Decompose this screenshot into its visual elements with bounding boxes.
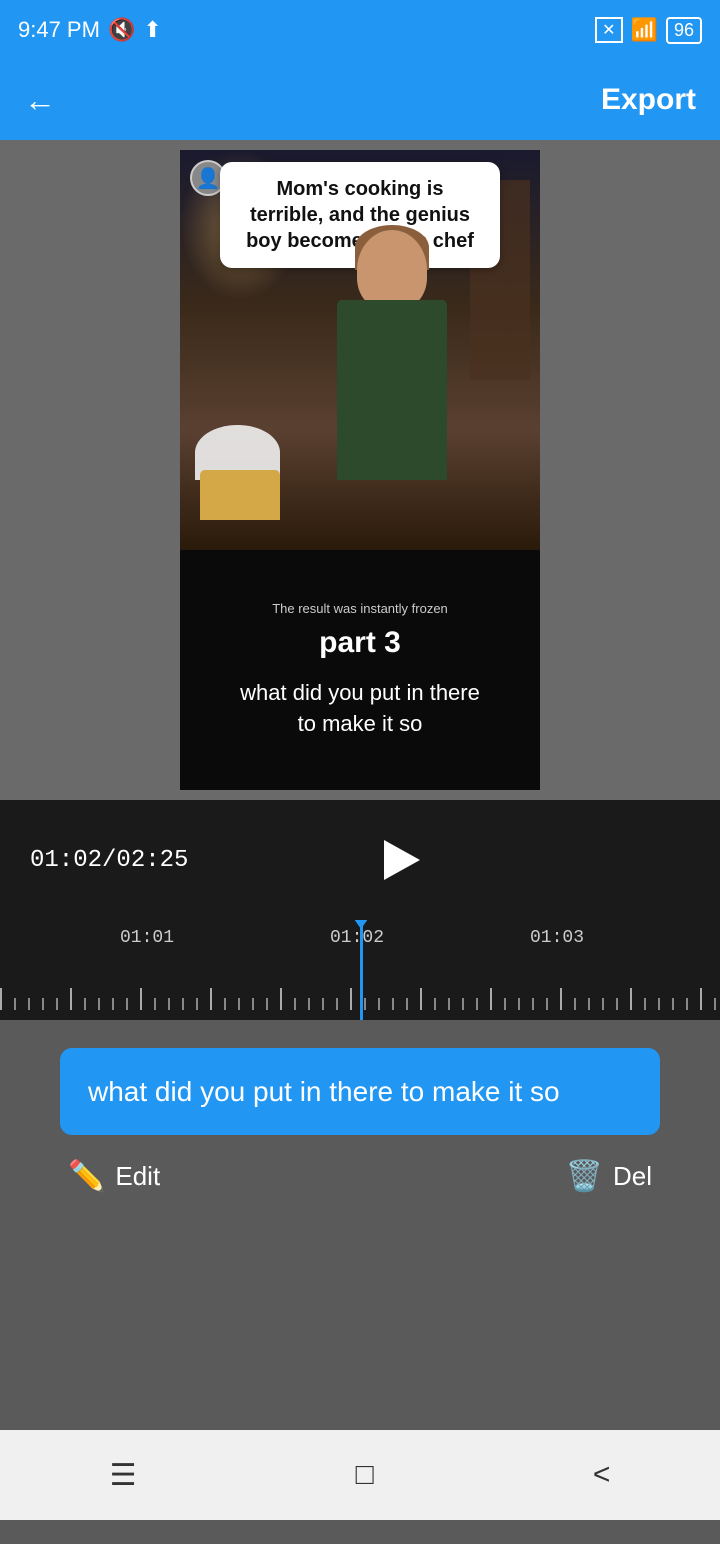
delete-icon: 🗑️ — [566, 1159, 603, 1194]
timeline-tick — [518, 998, 520, 1010]
wifi-icon: 📶 — [631, 17, 658, 43]
timeline-tick — [28, 998, 30, 1010]
timeline-tick — [560, 988, 562, 1010]
timeline-tick — [294, 998, 296, 1010]
timeline-tick — [182, 998, 184, 1010]
video-frame: 👤 Mom's cooking is terrible, and the gen… — [180, 150, 540, 790]
timeline-tick — [616, 998, 618, 1010]
food-item — [200, 470, 280, 520]
timeline-tick — [350, 988, 352, 1010]
edit-label: Edit — [115, 1161, 160, 1192]
timeline-tick — [168, 998, 170, 1010]
timeline-tick — [140, 988, 142, 1010]
timeline-tick — [266, 998, 268, 1010]
timeline-tick — [588, 998, 590, 1010]
timeline-tick — [224, 998, 226, 1010]
person-body — [337, 300, 447, 480]
timeline-tick — [490, 988, 492, 1010]
caption-bubble: what did you put in there to make it so — [60, 1048, 660, 1135]
timeline-label-1: 01:01 — [120, 928, 174, 948]
timeline-tick — [686, 998, 688, 1010]
timeline-tick — [448, 998, 450, 1010]
caption-text: what did you put in there to make it so — [88, 1076, 560, 1107]
status-bar: 9:47 PM 🔇 ⬆ ✕ 📶 96 — [0, 0, 720, 60]
subtitle-small: The result was instantly frozen — [272, 601, 448, 616]
timeline-tick — [532, 998, 534, 1010]
home-icon[interactable]: □ — [356, 1458, 374, 1492]
timeline-tick — [70, 988, 72, 1010]
timeline-tick — [0, 988, 2, 1010]
timeline-tick — [252, 998, 254, 1010]
mute-icon: 🔇 — [108, 17, 135, 43]
player-controls: 01:02/02:25 — [0, 800, 720, 920]
timeline-tick — [700, 988, 702, 1010]
timeline-tick — [630, 988, 632, 1010]
battery-icon: 96 — [666, 17, 702, 44]
caption-actions: ✏️ Edit 🗑️ Del — [60, 1159, 660, 1194]
part-label: part 3 — [319, 626, 401, 660]
close-icon: ✕ — [595, 17, 622, 43]
timeline-tick — [476, 998, 478, 1010]
back-nav-icon[interactable]: < — [593, 1458, 611, 1492]
timeline-tick — [406, 998, 408, 1010]
timeline-tick — [56, 998, 58, 1010]
timeline-tick — [714, 998, 716, 1010]
timeline-tick — [280, 988, 282, 1010]
play-triangle-icon — [384, 840, 420, 880]
timeline-tick — [392, 998, 394, 1010]
menu-icon[interactable]: ☰ — [110, 1458, 137, 1493]
timeline-tick — [322, 998, 324, 1010]
caption-area: what did you put in there to make it so … — [0, 1020, 720, 1214]
person-head — [357, 230, 427, 310]
playhead[interactable] — [360, 920, 363, 1020]
timeline-tick — [308, 998, 310, 1010]
timeline-tick — [84, 998, 86, 1010]
status-right: ✕ 📶 96 — [595, 17, 702, 44]
timeline-tick — [420, 988, 422, 1010]
subtitle-large: what did you put in thereto make it so — [240, 678, 480, 740]
timeline-label-3: 01:03 — [530, 928, 584, 948]
time-display: 01:02/02:25 — [30, 847, 188, 874]
timeline-tick — [658, 998, 660, 1010]
upload-icon: ⬆ — [143, 17, 161, 43]
timeline[interactable]: 01:01 01:02 01:03 — [0, 920, 720, 1020]
playhead-triangle-icon — [354, 920, 368, 929]
timeline-tick — [574, 998, 576, 1010]
timeline-tick — [42, 998, 44, 1010]
timeline-tick — [672, 998, 674, 1010]
play-button[interactable] — [369, 830, 429, 890]
timeline-tick — [126, 998, 128, 1010]
person-figure — [312, 230, 472, 530]
status-left: 9:47 PM 🔇 ⬆ — [18, 17, 162, 43]
timeline-tick — [434, 998, 436, 1010]
timeline-tick — [378, 998, 380, 1010]
timeline-tick — [602, 998, 604, 1010]
timeline-tick — [98, 998, 100, 1010]
timeline-tick — [644, 998, 646, 1010]
time-display: 9:47 PM — [18, 17, 100, 43]
edit-button[interactable]: ✏️ Edit — [68, 1159, 160, 1194]
timeline-tick — [196, 998, 198, 1010]
nav-bar: ← Export — [0, 60, 720, 140]
timeline-tick — [112, 998, 114, 1010]
timeline-tick — [462, 998, 464, 1010]
timeline-tick — [154, 998, 156, 1010]
timeline-tick — [238, 998, 240, 1010]
timeline-tick — [14, 998, 16, 1010]
timeline-label-2: 01:02 — [330, 928, 384, 948]
timeline-tick — [210, 988, 212, 1010]
export-button[interactable]: Export — [601, 83, 696, 117]
back-button[interactable]: ← — [24, 82, 56, 119]
bottom-nav: ☰ □ < — [0, 1430, 720, 1520]
video-preview-container: 👤 Mom's cooking is terrible, and the gen… — [0, 140, 720, 800]
timeline-tick — [546, 998, 548, 1010]
delete-label: Del — [613, 1161, 652, 1192]
timeline-tick — [336, 998, 338, 1010]
timeline-tick — [364, 998, 366, 1010]
video-bottom-section: The result was instantly frozen part 3 w… — [180, 550, 540, 790]
timeline-tick — [504, 998, 506, 1010]
video-top-section: 👤 Mom's cooking is terrible, and the gen… — [180, 150, 540, 550]
edit-icon: ✏️ — [68, 1159, 105, 1194]
delete-button[interactable]: 🗑️ Del — [566, 1159, 652, 1194]
